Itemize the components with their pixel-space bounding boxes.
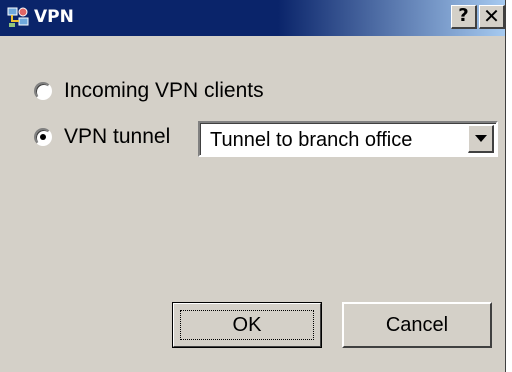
close-button[interactable]: ✕ xyxy=(479,5,505,29)
dropdown-button[interactable] xyxy=(468,125,494,153)
cancel-button[interactable]: Cancel xyxy=(342,302,492,348)
vpn-network-icon xyxy=(6,5,30,29)
tunnel-select[interactable]: Tunnel to branch office xyxy=(198,121,498,157)
tunnel-label[interactable]: VPN tunnel xyxy=(64,125,170,149)
incoming-vpn-option[interactable]: Incoming VPN clients xyxy=(34,79,264,103)
title-bar[interactable]: VPN ? ✕ xyxy=(0,0,505,36)
ok-button[interactable]: OK xyxy=(172,302,322,348)
incoming-label[interactable]: Incoming VPN clients xyxy=(64,79,264,103)
close-icon: ✕ xyxy=(483,4,500,28)
tunnel-select-value: Tunnel to branch office xyxy=(210,129,413,151)
help-button[interactable]: ? xyxy=(451,5,477,29)
radio-selected-dot xyxy=(40,134,46,140)
vpn-dialog: VPN ? ✕ Incoming VPN clients VPN tunnel … xyxy=(0,0,506,372)
cancel-label: Cancel xyxy=(385,313,449,336)
window-title: VPN xyxy=(34,7,74,27)
incoming-radio[interactable] xyxy=(34,82,52,100)
chevron-down-icon xyxy=(475,135,487,142)
focus-rect xyxy=(180,310,314,340)
tunnel-radio[interactable] xyxy=(34,128,52,146)
vpn-tunnel-option[interactable]: VPN tunnel xyxy=(34,125,170,149)
